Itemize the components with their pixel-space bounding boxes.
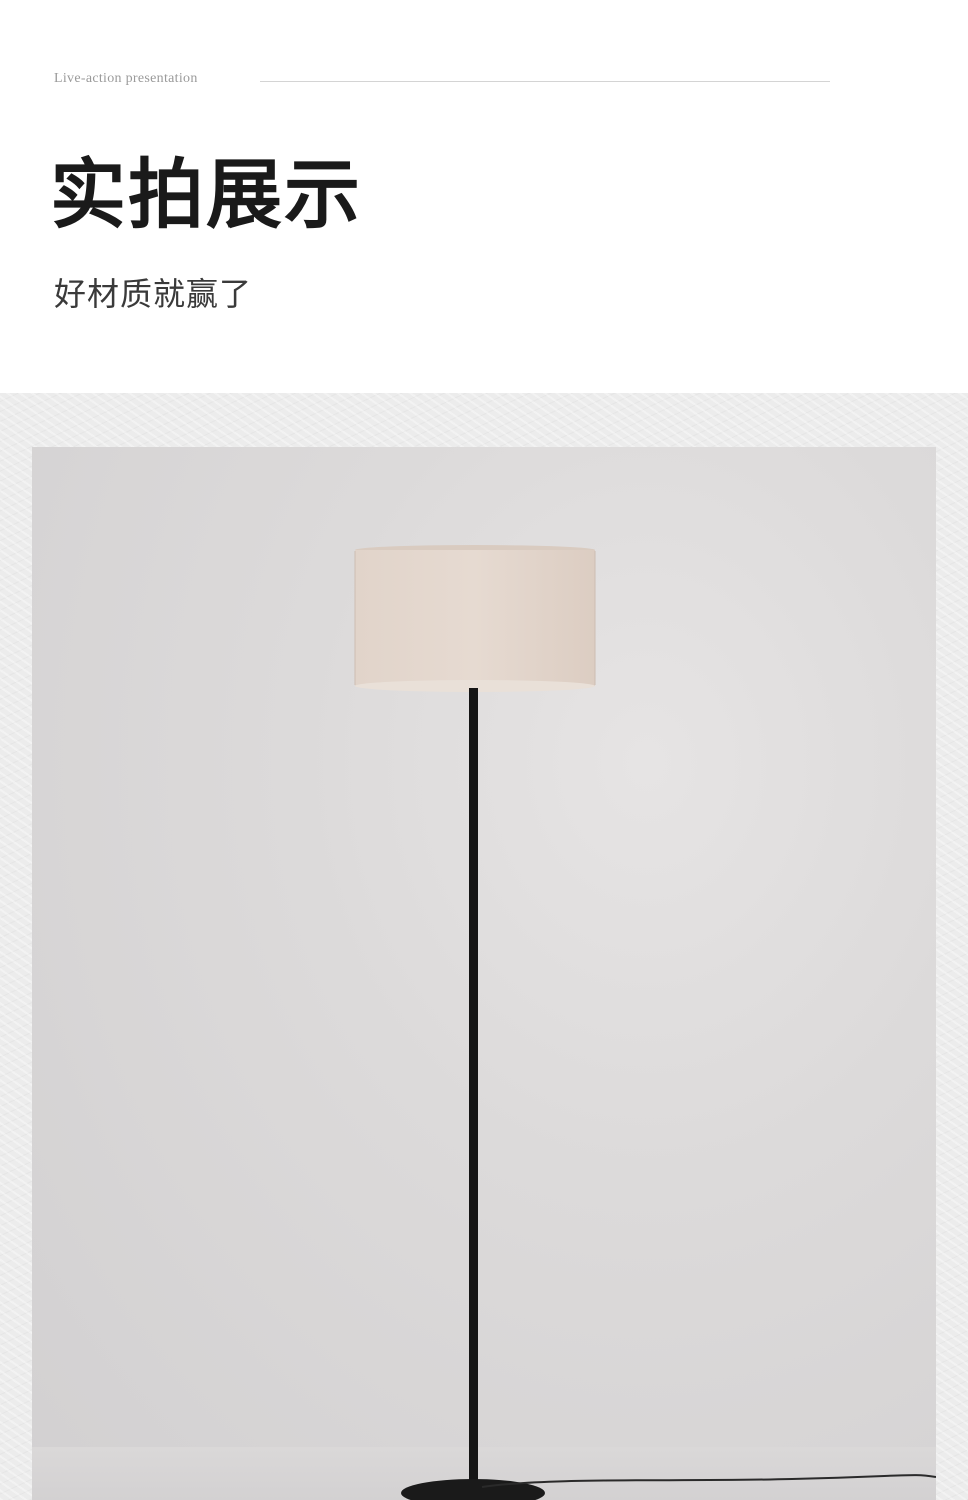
section-header: Live-action presentation 实拍展示 好材质就赢了 <box>0 0 968 393</box>
product-detail-page: Live-action presentation 实拍展示 好材质就赢了 <box>0 0 968 1500</box>
lamp-shade <box>354 545 596 692</box>
section-eyebrow: Live-action presentation <box>54 71 198 86</box>
header-divider <box>260 81 830 82</box>
lamp-pole <box>469 688 478 1488</box>
floor-lamp-icon <box>32 545 936 1500</box>
product-photo <box>32 447 936 1500</box>
section-subtitle: 好材质就赢了 <box>54 275 253 313</box>
section-title: 实拍展示 <box>50 150 362 239</box>
